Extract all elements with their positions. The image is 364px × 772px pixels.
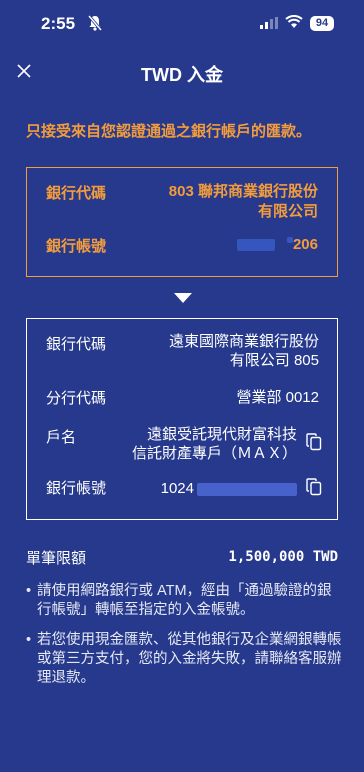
source-bank-code-value: 803 聯邦商業銀行股份 有限公司 [168,183,318,220]
limit-label: 單筆限額 [26,550,87,567]
masked-digits [197,482,297,496]
dest-holder-value: 遠銀受託現代財富科技 信託財產專戶（ＭＡＸ） [131,426,297,462]
warning-text: 只接受來自您認證通過之銀行帳戶的匯款。 [26,123,312,140]
masked-digits [236,239,275,252]
down-arrow-icon [174,293,192,303]
masked-digits [286,237,293,243]
note-item: • 請使用網路銀行或 ATM，經由「通過驗證的銀行帳號」轉帳至指定的入金帳號。 [26,583,332,618]
destination-account-box: 銀行代碼 遠東國際商業銀行股份 有限公司 805 分行代碼 營業部 0012 戶… [26,318,338,520]
dest-bank-code-value: 遠東國際商業銀行股份 有限公司 805 [168,333,319,369]
status-bar: 2:55 94 [0,0,364,48]
source-account-box: 銀行代碼 803 聯邦商業銀行股份 有限公司 銀行帳號 206 [26,167,338,277]
dest-holder-label: 戶名 [46,429,77,446]
source-bank-code-label: 銀行代碼 [46,185,107,202]
note-item: • 若您使用現金匯款、從其他銀行及企業網銀轉帳或第三方支付，您的入金將失敗，請聯… [26,632,342,686]
bullet-icon: • [26,632,32,648]
copy-holder-icon[interactable] [306,433,322,451]
dest-branch-label: 分行代碼 [46,390,107,407]
limit-value: 1,500,000 TWD [228,549,338,565]
signal-icon [260,17,278,29]
wifi-icon [285,15,303,28]
page-title: TWD 入金 [141,65,223,85]
copy-account-icon[interactable] [306,478,322,496]
dest-bank-code-label: 銀行代碼 [46,336,107,353]
nav-bar: TWD 入金 [0,52,364,92]
bullet-icon: • [26,583,32,599]
dest-account-value: 1024 [161,479,297,498]
bell-muted-icon [88,15,102,31]
status-time: 2:55 [41,14,76,33]
source-account-value: 206 [236,235,318,255]
battery-indicator: 94 [310,16,334,31]
dest-branch-value: 營業部 0012 [236,389,319,406]
source-account-label: 銀行帳號 [46,238,107,255]
dest-account-label: 銀行帳號 [46,480,107,497]
